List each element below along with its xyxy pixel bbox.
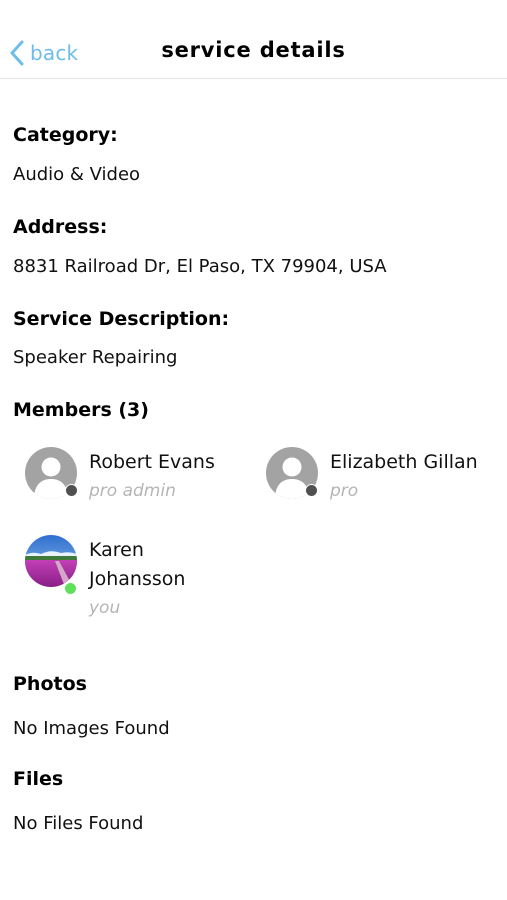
address-value: 8831 Railroad Dr, El Paso, TX 79904, USA [13,256,387,277]
service-description-value: Speaker Repairing [13,347,178,368]
category-label: Category: [13,124,118,146]
category-value: Audio & Video [13,164,141,185]
member-item[interactable]: Karen Johansson you [25,535,225,625]
photos-empty-text: No Images Found [13,718,170,739]
member-role: you [89,598,121,618]
member-item[interactable]: Robert Evans pro admin [25,447,245,507]
files-empty-text: No Files Found [13,813,144,834]
offline-status-dot [65,484,78,497]
members-heading: Members (3) [13,399,149,421]
member-name: Robert Evans [89,451,215,473]
offline-status-dot [305,484,318,497]
avatar [25,535,77,587]
address-label: Address: [13,216,108,238]
member-role: pro admin [89,481,176,501]
navigation-bar: back service details [0,0,507,79]
member-name-last: Johansson [89,568,186,590]
landscape-photo [25,535,77,587]
online-status-dot [64,582,77,595]
member-name: Elizabeth Gillan [330,451,478,473]
member-role: pro [330,481,359,501]
photos-heading: Photos [13,673,87,695]
page-title: service details [161,38,346,62]
member-item[interactable]: Elizabeth Gillan pro [266,447,504,507]
member-name-first: Karen [89,539,144,561]
files-heading: Files [13,768,64,790]
service-description-label: Service Description: [13,308,230,330]
